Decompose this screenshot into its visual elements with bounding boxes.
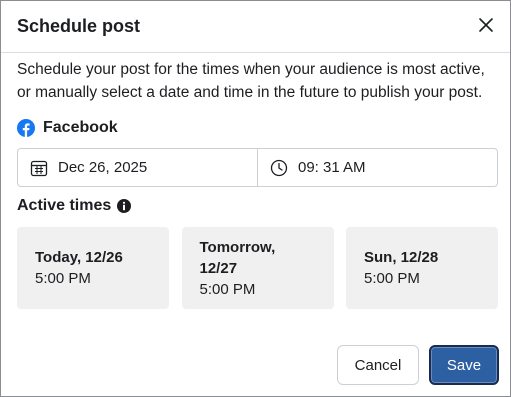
- active-times-label: Active times: [17, 197, 112, 214]
- platform-label: Facebook: [43, 119, 118, 136]
- slot-day: Sun, 12/28: [364, 249, 439, 266]
- info-icon[interactable]: [117, 199, 132, 213]
- slot-day: Today, 12/26: [35, 249, 123, 266]
- cancel-button[interactable]: Cancel: [337, 345, 419, 385]
- close-button[interactable]: [474, 13, 498, 37]
- slot-time: 5:00 PM: [199, 280, 256, 298]
- active-time-slots: Today, 12/26 5:00 PM Tomorrow, 12/27 5:0…: [17, 227, 498, 309]
- platform-row: Facebook: [17, 117, 118, 139]
- time-slot-sunday[interactable]: Sun, 12/28 5:00 PM: [346, 227, 498, 309]
- time-slot-tomorrow[interactable]: Tomorrow, 12/27 5:00 PM: [181, 227, 334, 309]
- time-field[interactable]: 09: 31 AM: [258, 149, 497, 186]
- dialog-description: Schedule your post for the times when yo…: [17, 61, 485, 101]
- date-field[interactable]: Dec 26, 2025: [18, 149, 258, 186]
- clock-icon: [270, 159, 288, 176]
- close-icon: [479, 18, 493, 32]
- calendar-icon: [30, 160, 48, 176]
- save-button[interactable]: Save: [429, 345, 499, 385]
- active-times-header: Active times: [17, 197, 132, 215]
- slot-time: 5:00 PM: [35, 270, 91, 287]
- date-value: Dec 26, 2025: [58, 159, 148, 176]
- time-value: 09: 31 AM: [298, 159, 366, 176]
- slot-day: Tomorrow, 12/27: [199, 238, 276, 277]
- facebook-icon: [17, 119, 35, 137]
- schedule-post-dialog: Schedule post Schedule your post for the…: [0, 0, 511, 397]
- slot-time: 5:00 PM: [364, 270, 420, 287]
- time-slot-today[interactable]: Today, 12/26 5:00 PM: [17, 227, 169, 309]
- dialog-header: Schedule post: [1, 1, 510, 53]
- dialog-title: Schedule post: [17, 16, 141, 36]
- datetime-picker: Dec 26, 2025 09: 31 AM: [17, 148, 498, 187]
